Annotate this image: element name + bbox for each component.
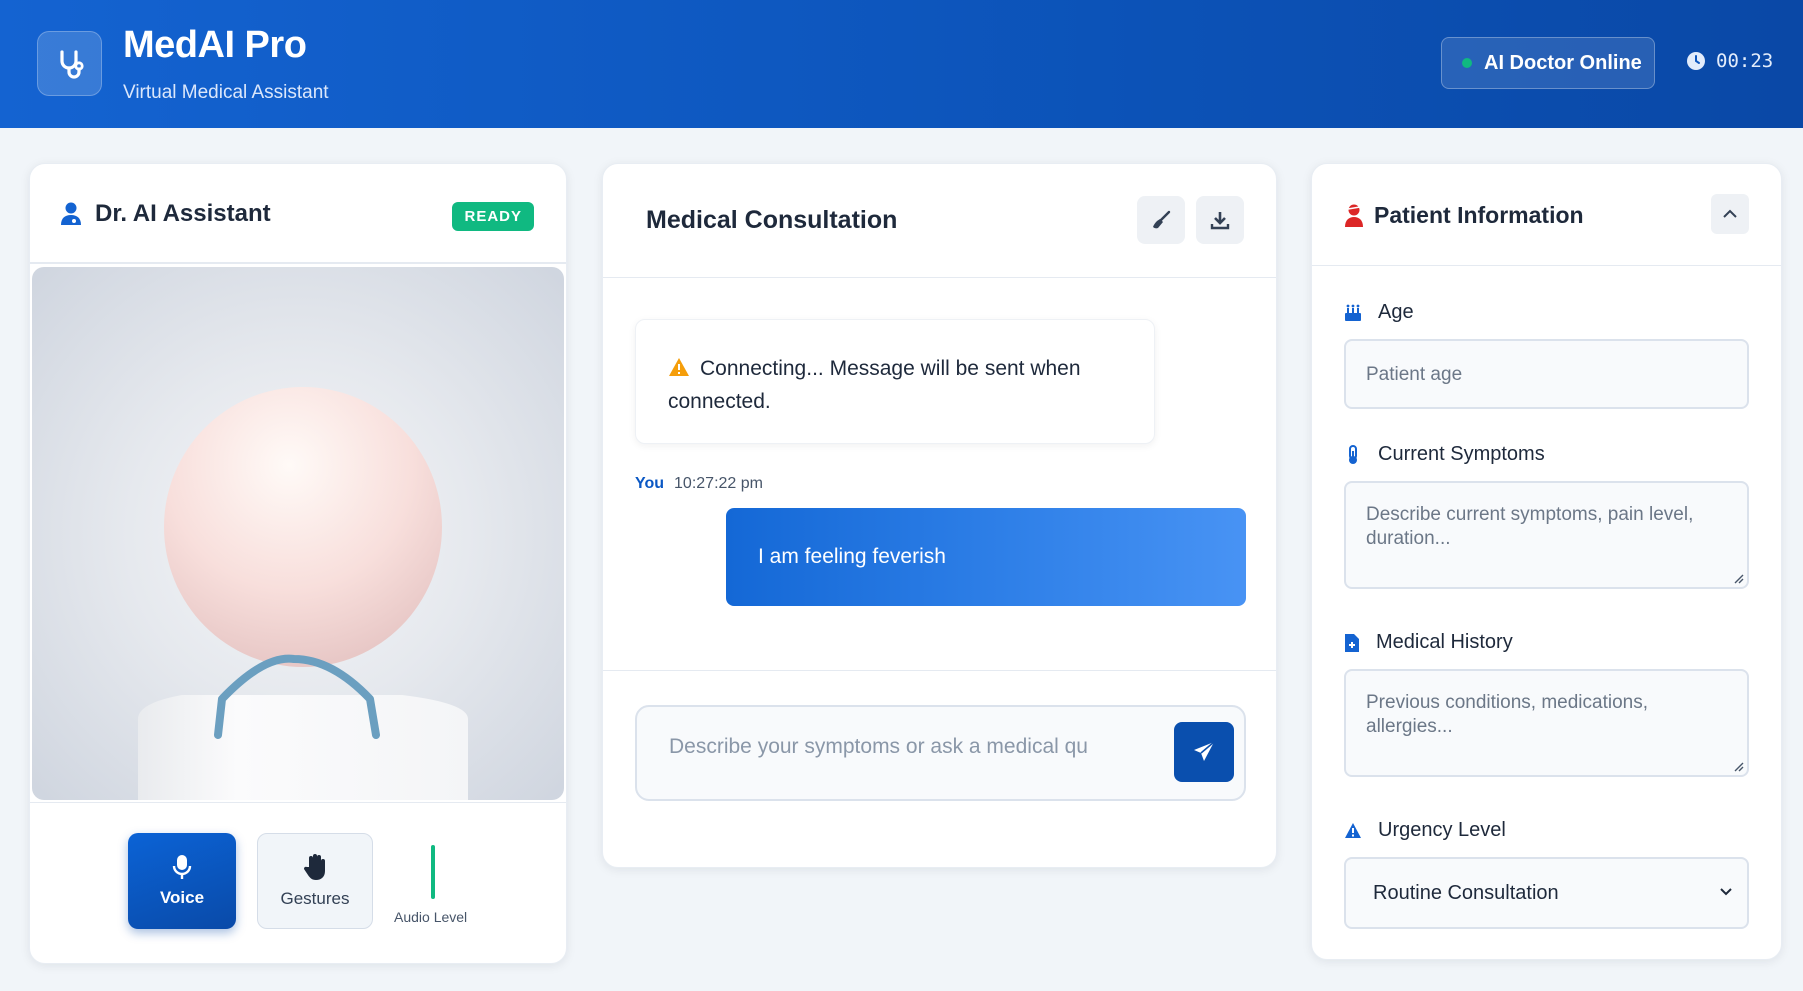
doctor-panel-header: Dr. AI Assistant READY bbox=[30, 164, 566, 264]
message-meta: You 10:27:22 pm bbox=[635, 475, 763, 493]
audio-level-label: Audio Level bbox=[394, 909, 468, 925]
age-label: Age bbox=[1344, 301, 1414, 324]
audio-level-meter bbox=[431, 845, 435, 899]
consultation-header: Medical Consultation bbox=[603, 164, 1276, 278]
timer-value: 00:23 bbox=[1716, 50, 1774, 72]
system-message: Connecting... Message will be sent when … bbox=[635, 319, 1155, 444]
history-placeholder: Previous conditions, medications, allerg… bbox=[1366, 692, 1648, 737]
composer-area: Describe your symptoms or ask a medical … bbox=[603, 670, 1276, 867]
user-message-bubble: I am feeling feverish bbox=[726, 508, 1246, 606]
app-logo bbox=[37, 31, 102, 96]
gestures-label: Gestures bbox=[280, 889, 350, 908]
doctor-panel-title: Dr. AI Assistant bbox=[95, 200, 271, 227]
app-header: MedAI Pro Virtual Medical Assistant AI D… bbox=[0, 0, 1803, 128]
history-label: Medical History bbox=[1344, 631, 1513, 654]
symptoms-label-text: Current Symptoms bbox=[1378, 443, 1545, 465]
system-message-text: Connecting... Message will be sent when … bbox=[668, 357, 1081, 413]
age-input[interactable]: Patient age bbox=[1344, 339, 1749, 409]
collapse-button[interactable] bbox=[1711, 194, 1749, 234]
hand-icon bbox=[303, 854, 325, 880]
stethoscope-icon bbox=[59, 49, 84, 79]
urgency-selected-value: Routine Consultation bbox=[1373, 882, 1559, 904]
thermometer-icon bbox=[1349, 444, 1357, 464]
chevron-down-icon bbox=[1720, 888, 1732, 896]
history-label-text: Medical History bbox=[1376, 631, 1513, 653]
patient-info-panel: Patient Information Age Patient age Curr… bbox=[1311, 163, 1782, 960]
age-label-text: Age bbox=[1378, 301, 1414, 323]
broom-icon bbox=[1153, 210, 1171, 229]
paper-plane-icon bbox=[1194, 741, 1215, 761]
user-message-text: I am feeling feverish bbox=[758, 545, 946, 568]
doctor-panel: Dr. AI Assistant READY Voice Gestures Au… bbox=[29, 163, 567, 964]
voice-button[interactable]: Voice bbox=[128, 833, 236, 929]
session-timer: 00:23 bbox=[1686, 50, 1773, 72]
consultation-title: Medical Consultation bbox=[646, 206, 898, 234]
doctor-status-pill: AI Doctor Online bbox=[1441, 37, 1655, 89]
urgency-select[interactable]: Routine Consultation bbox=[1344, 857, 1749, 929]
clock-icon bbox=[1687, 52, 1705, 70]
patient-info-title: Patient Information bbox=[1374, 202, 1584, 228]
online-dot-icon bbox=[1462, 58, 1472, 68]
file-medical-icon bbox=[1345, 633, 1359, 652]
consultation-panel: Medical Consultation Connecting... Messa… bbox=[602, 163, 1277, 868]
urgency-label-text: Urgency Level bbox=[1378, 819, 1506, 841]
symptoms-placeholder: Describe current symptoms, pain level, d… bbox=[1366, 504, 1694, 549]
warning-icon bbox=[669, 358, 689, 376]
symptoms-textarea[interactable]: Describe current symptoms, pain level, d… bbox=[1344, 481, 1749, 589]
birthday-cake-icon bbox=[1345, 304, 1361, 321]
history-textarea[interactable]: Previous conditions, medications, allerg… bbox=[1344, 669, 1749, 777]
doctor-controls: Voice Gestures Audio Level bbox=[30, 802, 566, 963]
message-input[interactable]: Describe your symptoms or ask a medical … bbox=[669, 735, 1139, 759]
chevron-up-icon bbox=[1723, 209, 1737, 218]
user-injured-icon bbox=[1345, 204, 1363, 227]
message-time: 10:27:22 pm bbox=[674, 475, 763, 492]
symptoms-label: Current Symptoms bbox=[1344, 443, 1545, 466]
warning-triangle-icon bbox=[1345, 822, 1361, 838]
message-composer: Describe your symptoms or ask a medical … bbox=[635, 705, 1246, 801]
doctor-status-label: AI Doctor Online bbox=[1484, 51, 1642, 74]
download-icon bbox=[1210, 212, 1230, 230]
microphone-icon bbox=[172, 855, 192, 879]
user-doctor-icon bbox=[61, 202, 81, 225]
download-transcript-button[interactable] bbox=[1196, 196, 1244, 244]
ready-badge: READY bbox=[452, 202, 534, 231]
patient-info-header: Patient Information bbox=[1312, 164, 1781, 266]
gestures-button[interactable]: Gestures bbox=[257, 833, 373, 929]
send-button[interactable] bbox=[1174, 722, 1234, 782]
resize-grip-icon[interactable] bbox=[1732, 572, 1744, 584]
voice-label: Voice bbox=[159, 888, 205, 907]
urgency-label: Urgency Level bbox=[1344, 819, 1506, 842]
clear-chat-button[interactable] bbox=[1137, 196, 1185, 244]
resize-grip-icon[interactable] bbox=[1732, 760, 1744, 772]
doctor-avatar-viewport[interactable] bbox=[32, 267, 564, 800]
doctor-avatar bbox=[138, 387, 468, 800]
app-title: MedAI Pro bbox=[123, 24, 307, 66]
app-subtitle: Virtual Medical Assistant bbox=[123, 82, 329, 103]
message-sender: You bbox=[635, 475, 665, 492]
